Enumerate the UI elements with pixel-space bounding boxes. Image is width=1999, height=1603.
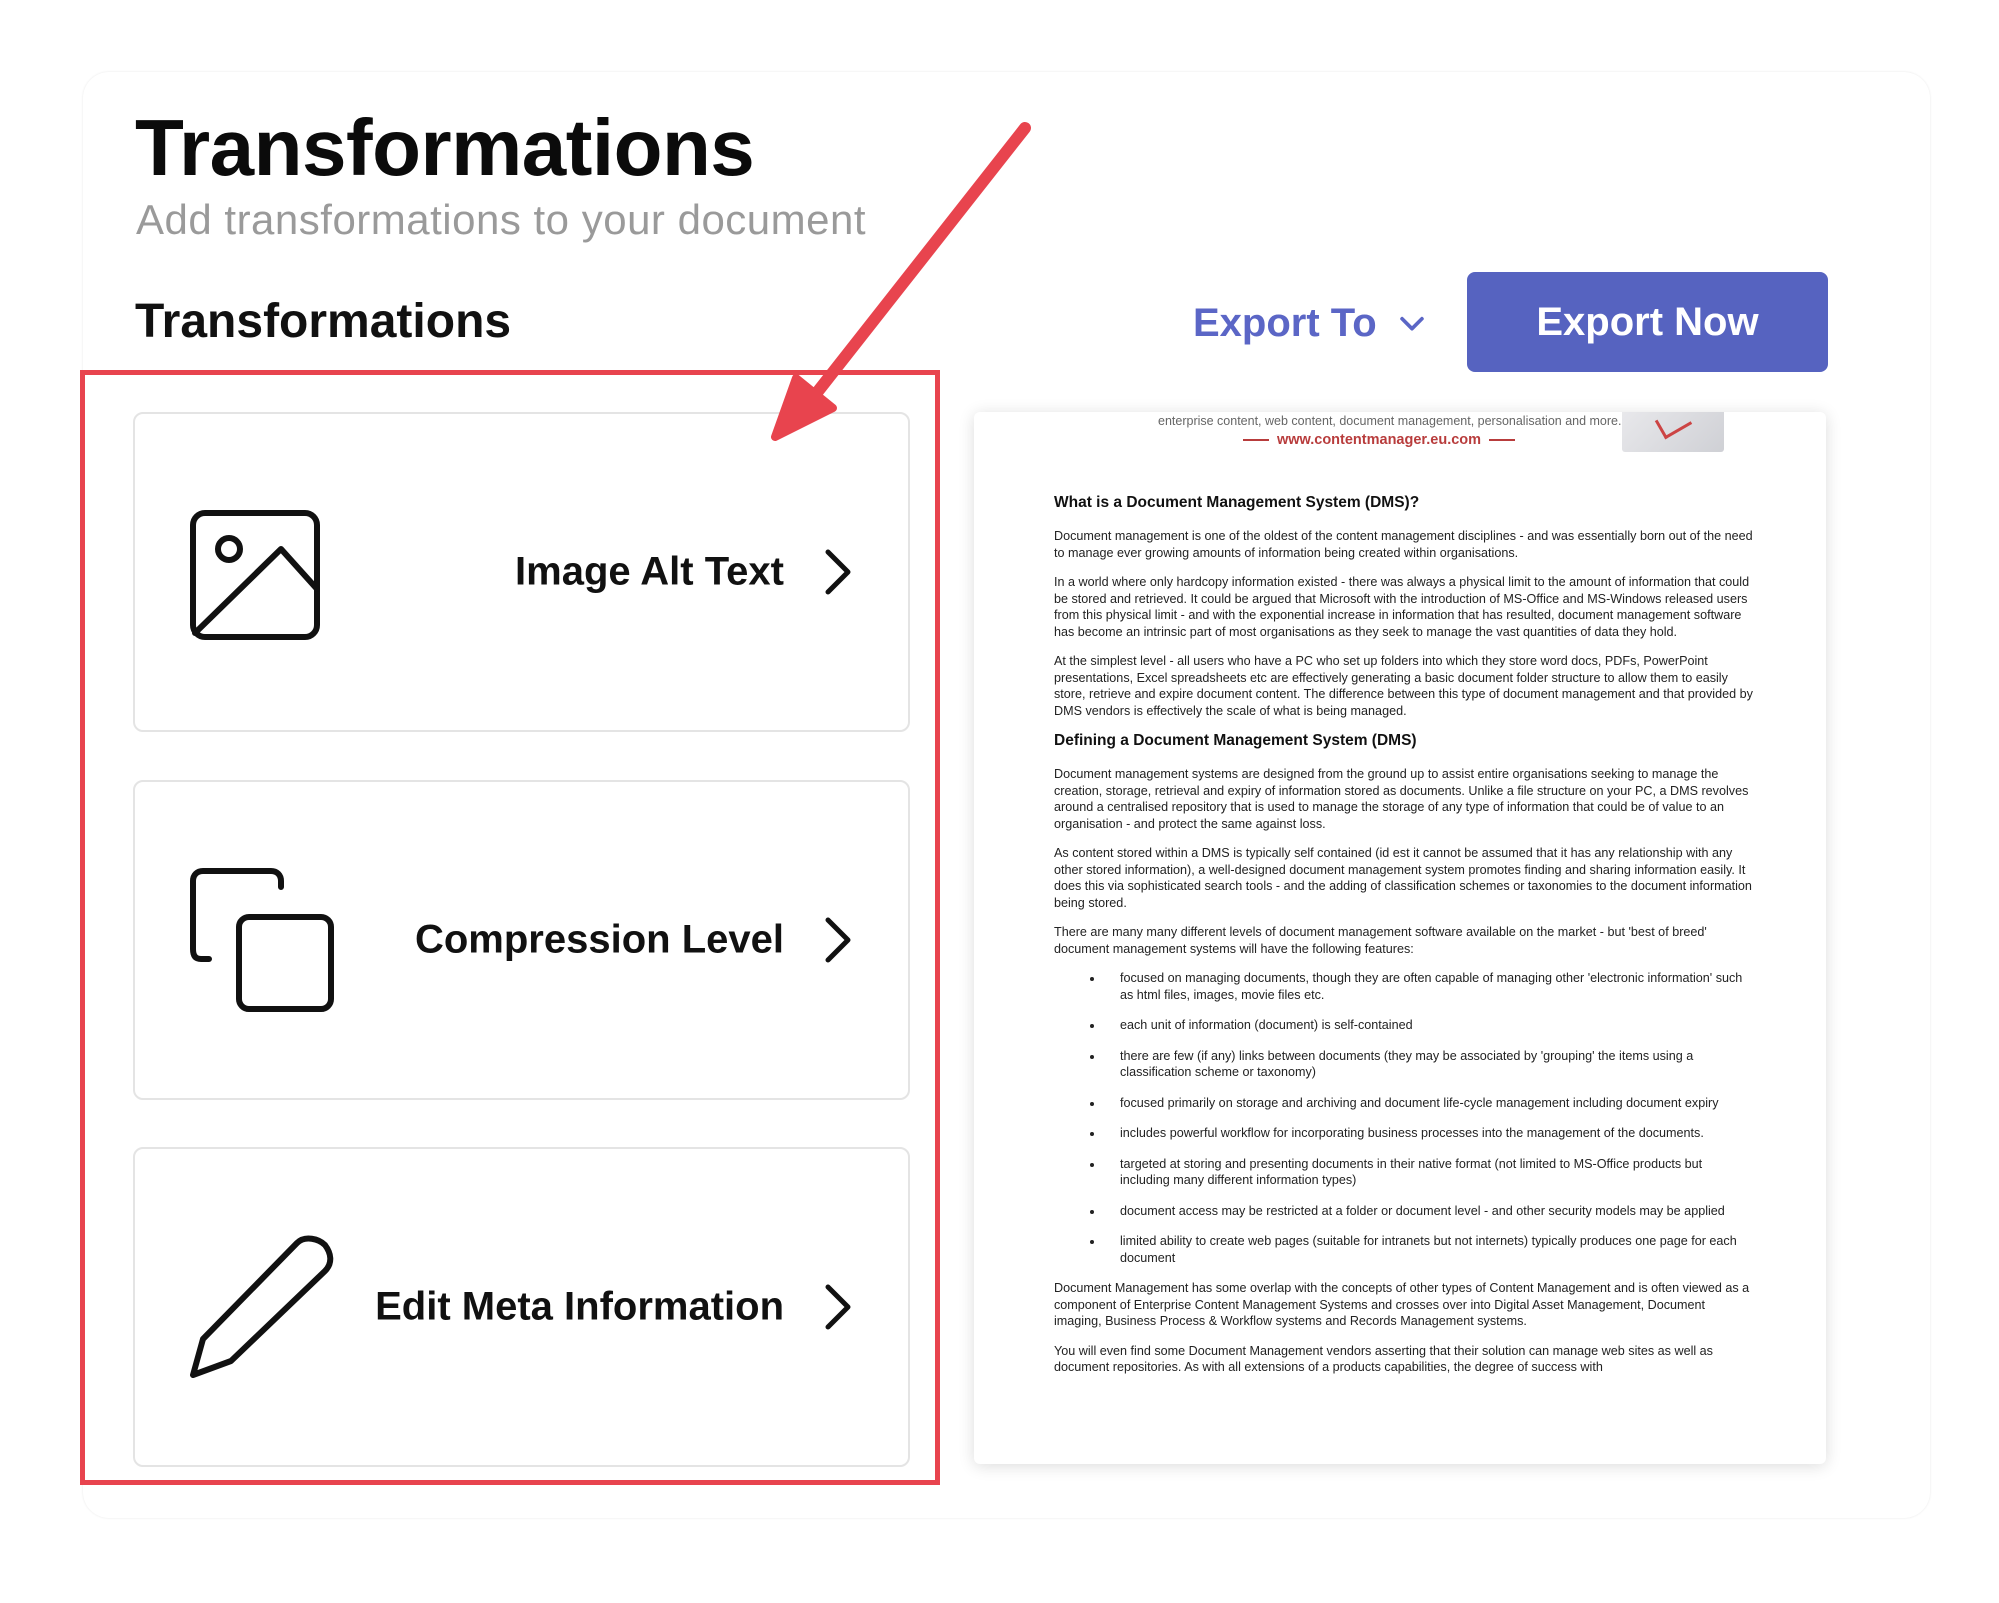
document-bullet: focused on managing documents, though th… — [1104, 970, 1754, 1003]
highlight-box — [80, 370, 940, 1485]
document-paragraph: At the simplest level - all users who ha… — [1054, 654, 1753, 718]
document-bullet: limited ability to create web pages (sui… — [1104, 1233, 1754, 1266]
page-subtitle: Add transformations to your document — [136, 196, 867, 243]
document-bullet: document access may be restricted at a f… — [1104, 1203, 1754, 1220]
document-paragraph: You will even find some Document Managem… — [1054, 1343, 1713, 1375]
document-paragraph: Document management systems are designed… — [1054, 767, 1749, 831]
document-bullet: includes powerful workflow for incorpora… — [1104, 1125, 1754, 1142]
document-paragraph: In a world where only hardcopy informati… — [1054, 575, 1750, 639]
document-logo — [1622, 412, 1724, 452]
document-paragraph: Document management is one of the oldest… — [1054, 529, 1753, 560]
export-to-dropdown[interactable]: Export To — [1193, 298, 1429, 348]
export-now-button[interactable]: Export Now — [1467, 272, 1828, 372]
document-bullet: there are few (if any) links between doc… — [1104, 1048, 1754, 1081]
document-paragraph: Document Management has some overlap wit… — [1054, 1281, 1750, 1328]
document-bullet-list: focused on managing documents, though th… — [1054, 970, 1754, 1266]
document-body: What is a Document Management System (DM… — [1054, 494, 1754, 1389]
document-bullet: targeted at storing and presenting docum… — [1104, 1156, 1754, 1189]
document-heading: What is a Document Management System (DM… — [1054, 494, 1420, 511]
chevron-down-icon — [1399, 316, 1424, 331]
document-preview[interactable]: enterprise content, web content, documen… — [974, 412, 1826, 1464]
export-to-label: Export To — [1193, 300, 1377, 345]
page-title: Transformations — [135, 103, 755, 192]
document-bullet: each unit of information (document) is s… — [1104, 1017, 1754, 1034]
document-paragraph: There are many many different levels of … — [1054, 925, 1707, 956]
document-heading: Defining a Document Management System (D… — [1054, 732, 1417, 749]
document-bullet: focused primarily on storage and archivi… — [1104, 1095, 1754, 1112]
section-heading: Transformations — [135, 295, 512, 348]
document-paragraph: As content stored within a DMS is typica… — [1054, 846, 1752, 910]
document-tagline: enterprise content, web content, documen… — [1158, 414, 1629, 428]
document-url: www.contentmanager.eu.com — [1229, 432, 1529, 448]
